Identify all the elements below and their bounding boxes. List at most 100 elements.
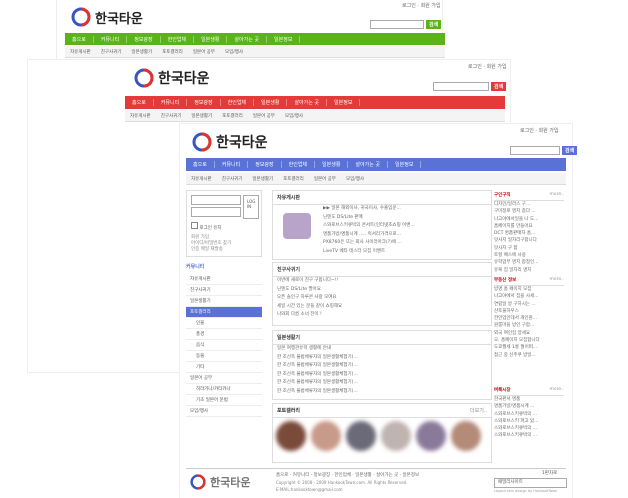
list-item[interactable]: 한국판서 명품 (494, 396, 564, 403)
list-item[interactable]: 유복 집 일자리 명지 (494, 267, 564, 274)
side-menu-item[interactable]: 동물 (186, 351, 262, 362)
nav-item[interactable]: 한인업체 (221, 99, 255, 106)
nav-item[interactable]: 일본생활기 (186, 113, 217, 119)
nav-item[interactable]: 정보광장 (127, 35, 161, 43)
search-input-2[interactable] (433, 82, 489, 91)
side-menu-item[interactable]: 풍경 (186, 329, 262, 340)
nav-item[interactable]: 포토갤러리 (157, 49, 188, 55)
search-input[interactable] (370, 20, 424, 29)
nav-item[interactable]: 홈으로 (125, 99, 154, 106)
nav-item[interactable]: 친구사귀기 (156, 113, 187, 119)
nav-item[interactable]: 정보광장 (187, 99, 221, 106)
list-item[interactable]: 스와로브스키 파고 있... (494, 418, 564, 425)
list-item[interactable]: 닌텐도 DS/Lite 판매 (319, 214, 489, 223)
nav-item[interactable]: 한인업체 (282, 161, 316, 168)
list-item[interactable]: 방명 홈 페이지 모집 (494, 286, 564, 293)
photo-thumb[interactable] (311, 421, 341, 451)
list-item[interactable]: 디자인/일러스 구... (494, 201, 564, 208)
logo[interactable]: 한국타운 (71, 7, 143, 27)
list-item[interactable]: 토할 예스에 사용 (494, 252, 564, 259)
search-input-3[interactable] (510, 146, 560, 155)
nav-item[interactable]: 일본어 공부 (248, 113, 280, 119)
nav-item[interactable]: 일본어 공부 (309, 176, 341, 182)
side-menu-item[interactable]: 기타 (186, 362, 262, 373)
nav-item[interactable]: 모임/행사 (341, 176, 369, 182)
nav-item[interactable]: 일본정보 (267, 35, 301, 43)
nav-item[interactable]: 자유게시판 (65, 49, 96, 55)
list-item[interactable]: PX8760은 또는 회사 사이러아크(?)에 ... (319, 239, 489, 248)
nav-item[interactable]: 일본어 공부 (188, 49, 220, 55)
list-item[interactable]: 한 조선족 불법체류자의 일본생활체험기(... (273, 354, 491, 363)
keep-login-checkbox[interactable] (191, 221, 198, 229)
wanted-title[interactable]: 구인구직 (494, 192, 511, 198)
list-item[interactable]: 스와로브스키큐빅의 ... (494, 411, 564, 418)
top-links-2[interactable]: 로그인 · 회원 가입 (468, 63, 507, 70)
sale-more[interactable]: more.. (549, 387, 564, 393)
list-item[interactable]: 오. 홈페이지 모집합니다 (494, 337, 564, 344)
nav-item[interactable]: 일본생활기 (126, 49, 157, 55)
list-item[interactable]: 스와로브스키큐빅의 ... (494, 432, 564, 439)
nav-item[interactable]: 살아가는 곳 (287, 99, 328, 106)
photo-thumb[interactable] (346, 421, 376, 451)
nav-item[interactable]: 일본정보 (388, 161, 422, 168)
side-menu-item[interactable]: 기초 일본어 문법 (186, 395, 262, 406)
nav-item[interactable]: 모임/행사 (280, 113, 308, 119)
list-item[interactable]: 나와회 다름 소녀 전이 ! (273, 311, 491, 320)
search-button-3[interactable]: 검색 (562, 146, 578, 155)
list-item[interactable]: 나고야에서 집을 사세... (494, 293, 564, 300)
logo-2[interactable]: 한국타운 (134, 68, 210, 88)
search-button[interactable]: 검색 (426, 20, 442, 29)
list-item[interactable]: 도쿄월세 1롱 뭘어떠... (494, 344, 564, 351)
photo-thumb[interactable] (381, 421, 411, 451)
nav-item[interactable]: 친구사귀기 (96, 49, 127, 55)
nav-item[interactable]: 자유게시판 (125, 113, 156, 119)
list-item[interactable]: LiveTV 베타 테스터 모집 이벤트 (319, 248, 489, 257)
list-item[interactable]: 한 조선족 불법체류자의 일본생활체험기(... (273, 362, 491, 371)
nav-item[interactable]: 자유게시판 (186, 176, 217, 182)
list-item[interactable]: 유학업무 명지 합정인... (494, 259, 564, 266)
family-site-select[interactable]: 패밀리사이트 (494, 478, 567, 488)
list-item[interactable]: 세일 시간 있는 분들 같이 쇼핑해요 (273, 303, 491, 312)
nav-item[interactable]: 모임/행사 (220, 49, 248, 55)
photo-more[interactable]: 더보기.. (470, 407, 487, 414)
nav-item[interactable]: 커뮤니티 (154, 99, 188, 106)
list-item[interactable]: 명품가방/명품시계 ..... 럭셔리가격으로... (319, 231, 489, 240)
top-links[interactable]: 로그인 · 회원 가입 (402, 2, 441, 9)
realestate-more[interactable]: more.. (549, 277, 564, 283)
nav-item[interactable]: 포토갤러리 (217, 113, 248, 119)
sale-title[interactable]: 벼룩시장 (494, 387, 511, 393)
user-id-input[interactable] (191, 195, 241, 205)
list-item[interactable]: 접근 중 신주쿠 방일... (494, 352, 564, 359)
list-item[interactable]: 오픈 솔인구 하루콘 사랑 모여요 (273, 294, 491, 303)
list-item[interactable]: 구미정로 명지 좀다 ... (494, 208, 564, 215)
side-menu-item[interactable]: 일본어 공부 (186, 373, 262, 384)
nav-item[interactable]: 일본정보 (327, 99, 361, 106)
side-menu-item[interactable]: 모임/행사 (186, 406, 262, 417)
side-menu-item[interactable]: 친구사귀기 (186, 285, 262, 296)
top-links-3[interactable]: 로그인 · 회원 가입 (520, 127, 559, 134)
photo-thumb[interactable] (276, 421, 306, 451)
photo-title[interactable]: 포토갤러리 (277, 407, 300, 414)
list-item[interactable]: 산토물하우스 (494, 308, 564, 315)
list-item[interactable]: 나고야에서일을 나 도... (494, 216, 564, 223)
list-item[interactable]: 원룸마을 방인 구합... (494, 322, 564, 329)
nav-item[interactable]: 홈으로 (65, 35, 94, 43)
list-item[interactable]: 한 조선족 불법체류자의 일본생활체험기(... (273, 388, 491, 397)
side-menu-item[interactable]: 일본생활기 (186, 296, 262, 307)
nav-item[interactable]: 한인업체 (161, 35, 195, 43)
free-board-title[interactable]: 자유게시판 (273, 191, 491, 205)
list-item[interactable]: 맛사지 일자리구합니다 (494, 237, 564, 244)
nav-item[interactable]: 커뮤니티 (215, 161, 249, 168)
friends-title[interactable]: 친구사귀기 (273, 263, 491, 277)
list-item[interactable]: 스와로브스키큐빅의 콘서트(인터넷조쇼핑 이밴... (319, 222, 489, 231)
list-item[interactable]: 명품가방/명품시계 ... (494, 403, 564, 410)
list-item[interactable]: 이번에 새로이 친구 구합니다~!! (273, 277, 491, 286)
list-item[interactable]: 한 조선족 불법체류자의 일본생활체험기(... (273, 371, 491, 380)
side-menu-item[interactable]: 포토갤러리 (186, 306, 262, 318)
list-item[interactable]: 홈페이지를 만들어요 (494, 223, 564, 230)
footer-links[interactable]: 홈으로 · 커뮤니티 · 정보광장 · 한인업체 · 일본생활 · 살아가는 곳… (276, 472, 419, 478)
password-input[interactable] (191, 207, 241, 217)
list-item[interactable]: 한 조선족 불법체류자의 일본생활체험기(... (273, 379, 491, 388)
photo-thumb[interactable] (451, 421, 481, 451)
logo-3[interactable]: 한국타운 (192, 132, 268, 152)
